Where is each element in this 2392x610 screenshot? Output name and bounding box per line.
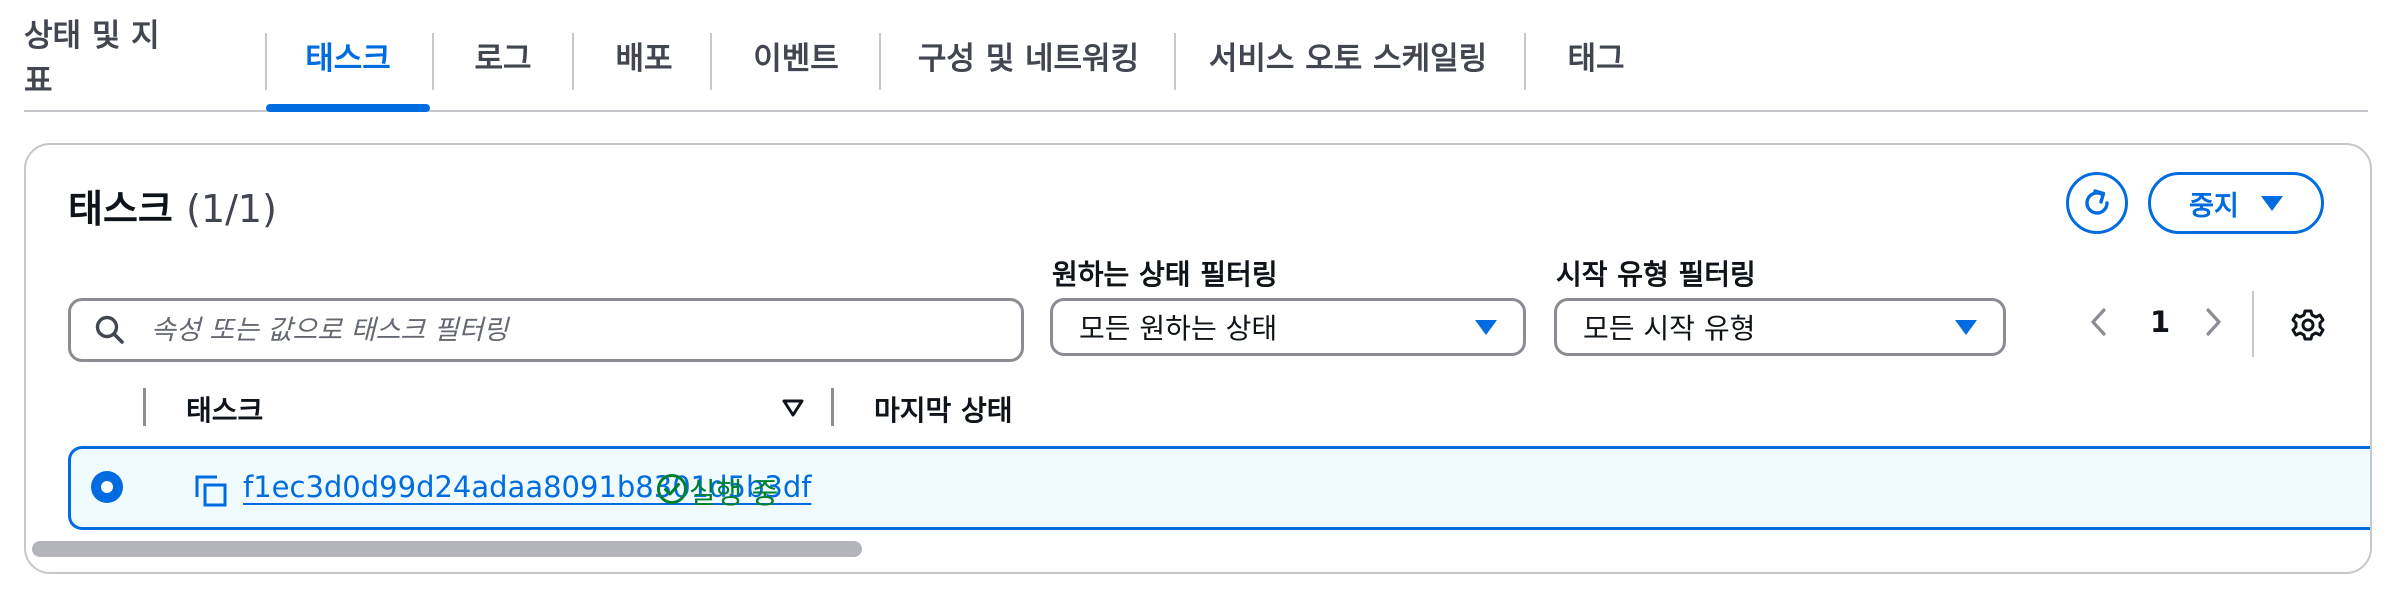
tab-service-auto-scaling[interactable]: 서비스 오토 스케일링 xyxy=(1176,0,1520,110)
caret-down-icon xyxy=(1955,319,1977,335)
tab-events[interactable]: 이벤트 xyxy=(712,0,880,110)
search-icon xyxy=(95,315,124,344)
task-status-text: 실행 중 xyxy=(689,476,779,510)
sort-icon[interactable] xyxy=(782,398,804,418)
radio-dot xyxy=(101,481,113,493)
gear-icon[interactable] xyxy=(2290,307,2326,343)
current-page[interactable]: 1 xyxy=(2150,305,2170,339)
caret-down-icon xyxy=(2260,195,2283,211)
horizontal-scrollbar[interactable] xyxy=(32,541,2362,557)
column-header-last-status[interactable]: 마지막 상태 xyxy=(874,389,1013,429)
tab-deployments[interactable]: 배포 xyxy=(574,0,714,110)
tab-tasks[interactable]: 태스크 xyxy=(266,0,430,112)
table-row[interactable]: f1ec3d0d99d24adaa8091b8301d5b3df 실행 중 xyxy=(68,446,2370,530)
tab-bar: 상태 및 지표 태스크 로그 배포 이벤트 구성 및 네트워킹 서비스 오토 스… xyxy=(24,0,2368,112)
launch-type-select[interactable]: 모든 시작 유형 xyxy=(1554,298,2006,356)
column-divider xyxy=(143,388,146,426)
column-divider[interactable] xyxy=(831,388,834,426)
row-select-radio[interactable] xyxy=(91,471,123,503)
tab-status-and-metrics[interactable]: 상태 및 지표 xyxy=(24,0,170,110)
desired-status-filter-label: 원하는 상태 필터링 xyxy=(1052,258,1278,291)
caret-down-icon xyxy=(1475,319,1497,335)
next-page-icon[interactable] xyxy=(2202,305,2224,339)
task-count: (1/1) xyxy=(186,187,277,231)
launch-type-filter-label: 시작 유형 필터링 xyxy=(1556,258,1756,291)
pagination-divider xyxy=(2252,291,2254,357)
tab-configuration-and-networking[interactable]: 구성 및 네트워킹 xyxy=(881,0,1176,110)
desired-status-select[interactable]: 모든 원하는 상태 xyxy=(1050,298,1526,356)
panel-title: 태스크 (1/1) xyxy=(68,187,277,231)
refresh-button[interactable] xyxy=(2066,172,2128,234)
tab-logs[interactable]: 로그 xyxy=(434,0,572,110)
scrollbar-thumb[interactable] xyxy=(32,541,862,557)
copy-icon[interactable] xyxy=(193,473,229,509)
check-circle-icon xyxy=(657,474,687,504)
task-search-field[interactable] xyxy=(68,298,1024,362)
stop-button[interactable]: 중지 xyxy=(2148,172,2324,234)
refresh-icon xyxy=(2085,189,2109,215)
tasks-panel: 태스크 (1/1) 중지 원하는 상태 필터링 시작 유형 필터링 모든 원하는… xyxy=(24,143,2372,574)
active-tab-indicator xyxy=(266,104,430,112)
tab-tags[interactable]: 태그 xyxy=(1526,0,1666,110)
search-input[interactable] xyxy=(149,313,993,347)
column-header-task[interactable]: 태스크 xyxy=(186,389,263,429)
previous-page-icon[interactable] xyxy=(2088,305,2110,339)
